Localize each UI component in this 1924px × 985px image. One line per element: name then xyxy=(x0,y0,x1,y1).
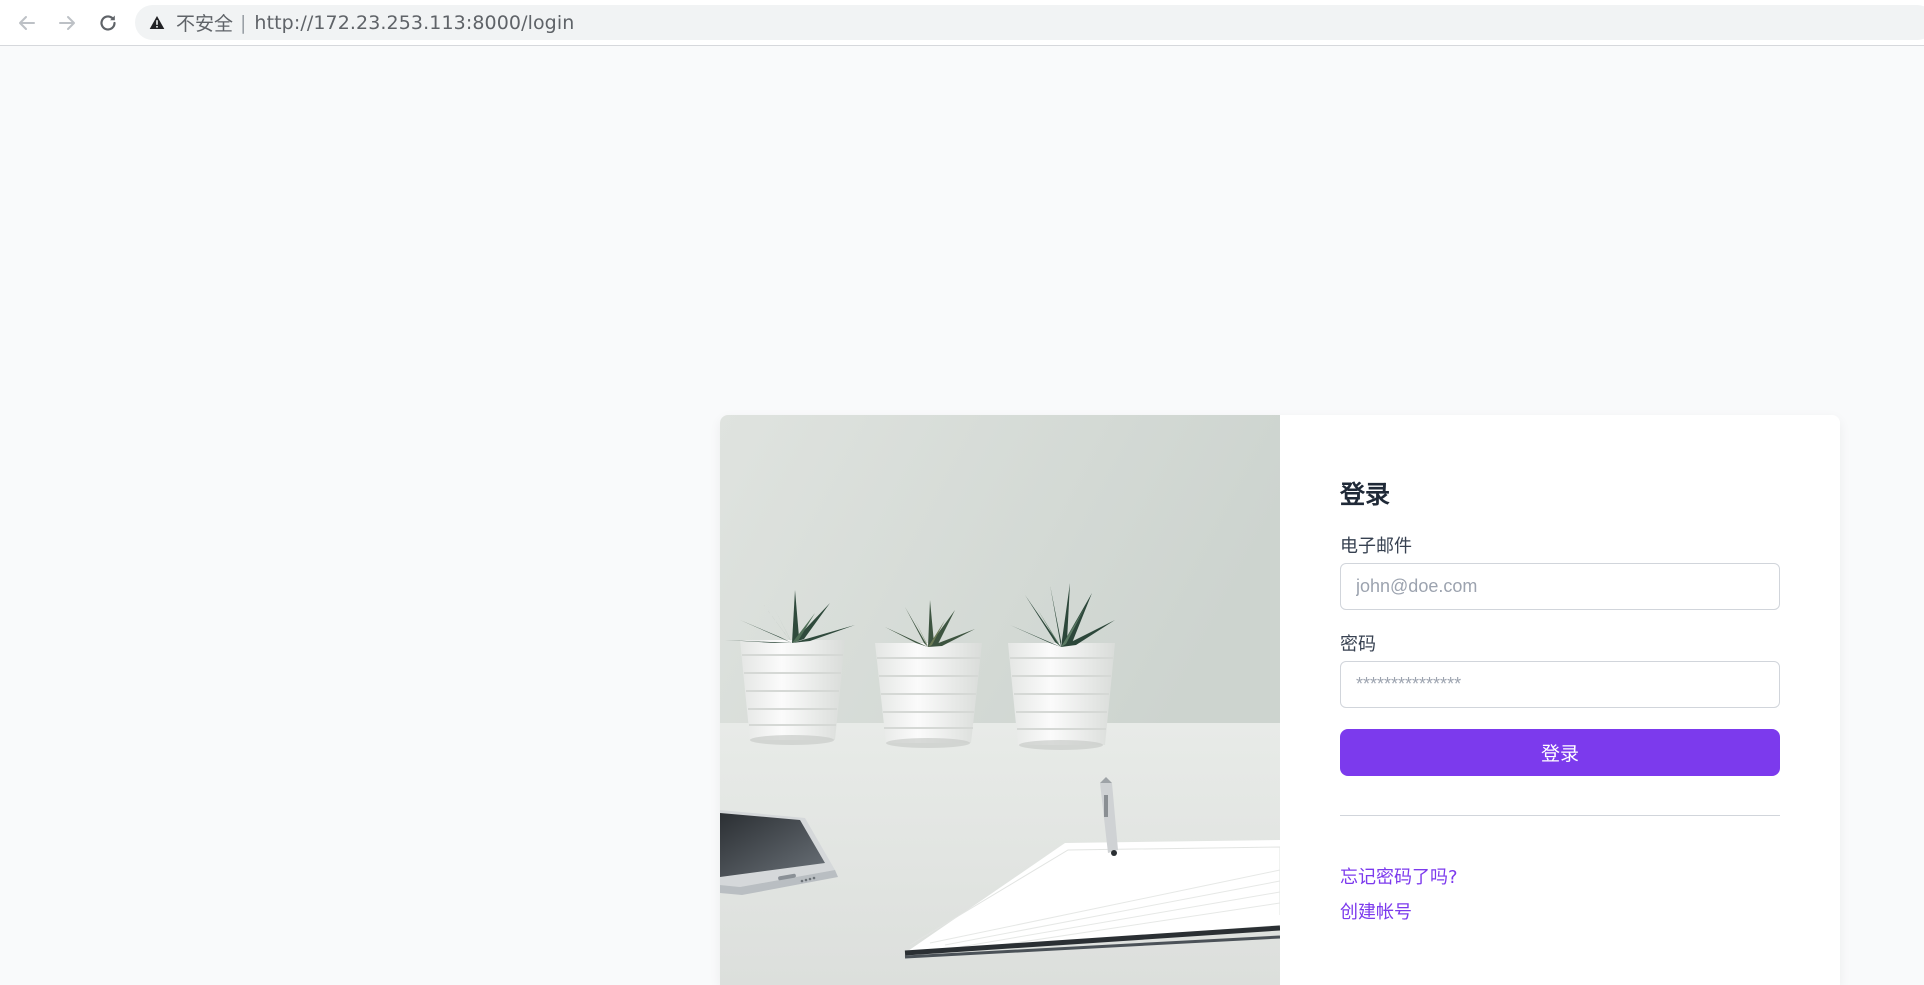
security-label: 不安全 xyxy=(176,13,234,35)
warning-triangle-icon xyxy=(149,16,165,29)
address-bar[interactable]: 不安全 | http://172.23.253.113:8000/login xyxy=(135,5,1924,40)
plants-desk-illustration xyxy=(720,415,1280,985)
login-card: 登录 电子邮件 密码 登录 忘记密码了吗? 创建帐号 xyxy=(720,415,1840,985)
hero-image xyxy=(720,415,1280,985)
forward-button[interactable] xyxy=(52,8,82,38)
reload-icon xyxy=(100,15,116,31)
create-account-link[interactable]: 创建帐号 xyxy=(1340,898,1412,924)
password-label: 密码 xyxy=(1340,634,1376,655)
page-title: 登录 xyxy=(1340,480,1391,509)
reload-button[interactable] xyxy=(93,8,123,38)
security-indicator[interactable]: 不安全 xyxy=(149,5,233,40)
email-field[interactable] xyxy=(1340,563,1780,610)
arrow-right-icon xyxy=(59,16,75,30)
back-button[interactable] xyxy=(12,8,42,38)
arrow-left-icon xyxy=(19,16,35,30)
url-text[interactable]: http://172.23.253.113:8000/login xyxy=(254,12,574,34)
divider xyxy=(1340,815,1780,816)
address-separator: | xyxy=(240,11,247,34)
forgot-password-link[interactable]: 忘记密码了吗? xyxy=(1340,863,1458,889)
login-button[interactable]: 登录 xyxy=(1340,729,1780,776)
password-field[interactable] xyxy=(1340,661,1780,708)
login-form: 登录 电子邮件 密码 登录 忘记密码了吗? 创建帐号 xyxy=(1280,415,1840,985)
email-label: 电子邮件 xyxy=(1340,536,1412,557)
browser-toolbar: 不安全 | http://172.23.253.113:8000/login xyxy=(0,0,1924,46)
